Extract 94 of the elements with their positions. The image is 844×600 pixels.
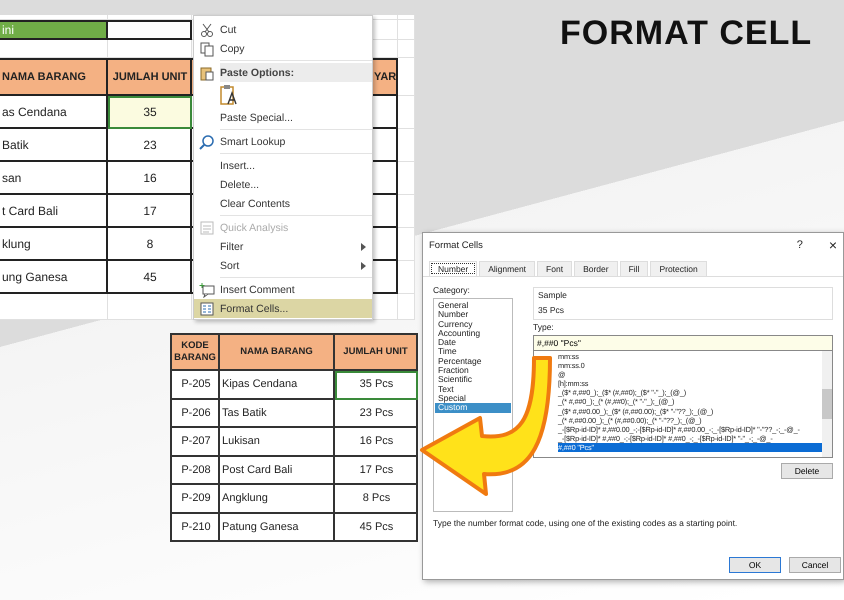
table-cell: P-209 xyxy=(172,485,220,514)
menu-item[interactable]: Format Cells... xyxy=(194,299,372,318)
column-header: YAR xyxy=(372,58,398,96)
table-cell: Kipas Cendana xyxy=(220,371,335,400)
table-cell xyxy=(398,261,415,294)
menu-item[interactable]: Paste Special... xyxy=(194,108,372,127)
menu-section-header: Paste Options: xyxy=(220,66,294,78)
scissors-icon xyxy=(199,22,215,38)
format-cells-icon xyxy=(199,300,215,316)
table-cell xyxy=(398,129,415,162)
column-header: JUMLAH UNIT xyxy=(108,58,192,96)
page-title: FORMAT CELL xyxy=(560,14,812,53)
window-title: Format Cells xyxy=(429,240,484,250)
list-item[interactable]: Scientific xyxy=(435,375,511,385)
table-cell: ung Ganesa xyxy=(0,261,108,294)
ok-button[interactable]: OK xyxy=(729,557,781,573)
group-label: Sample xyxy=(538,290,568,300)
list-item[interactable]: Fraction xyxy=(435,366,511,376)
table-cell: ini xyxy=(0,20,108,40)
list-item[interactable]: Date xyxy=(435,338,511,348)
sample-value: 35 Pcs xyxy=(538,305,565,315)
paste-option-icon[interactable] xyxy=(220,84,238,106)
table-cell: P-206 xyxy=(172,400,220,428)
list-item[interactable]: Accounting xyxy=(435,328,511,338)
tab[interactable]: Protection xyxy=(650,261,707,276)
list-item[interactable]: Text xyxy=(435,384,511,394)
scrollbar[interactable] xyxy=(822,351,832,457)
table-cell: 45 Pcs xyxy=(335,514,418,542)
table-cell: Lukisan xyxy=(220,428,335,456)
menu-item[interactable]: Filter xyxy=(194,237,372,256)
list-item[interactable]: Percentage xyxy=(435,356,511,366)
copy-icon xyxy=(199,40,215,56)
submenu-arrow-icon xyxy=(361,242,366,250)
tab[interactable]: Fill xyxy=(620,261,648,276)
table-cell xyxy=(398,20,415,40)
list-item[interactable]: Special xyxy=(435,394,511,404)
list-item[interactable]: Currency xyxy=(435,320,511,329)
hint-text: Type the number format code, using one of the existing codes as a starting point. xyxy=(432,517,738,528)
input-field[interactable]: #,##0 "Pcs" xyxy=(533,335,833,351)
magnifier-icon xyxy=(199,134,215,150)
table-cell: P-207 xyxy=(172,428,220,456)
list-item[interactable]: Custom xyxy=(435,403,511,413)
table-cell xyxy=(398,58,415,96)
quick-analysis-icon xyxy=(199,220,215,236)
table-cell: t Card Bali xyxy=(0,195,108,228)
table-cell: 35 Pcs xyxy=(335,371,418,400)
tab[interactable]: Number xyxy=(429,261,478,276)
table-cell xyxy=(398,195,415,228)
menu-item[interactable]: Sort xyxy=(194,256,372,275)
tab[interactable]: Border xyxy=(574,261,618,276)
table-cell: klung xyxy=(0,228,108,261)
table-cell xyxy=(398,96,415,129)
table-cell xyxy=(398,294,415,320)
column-header: NAMA BARANG xyxy=(0,58,108,96)
table-cell: san xyxy=(0,162,108,195)
column-header: NAMA BARANG xyxy=(220,335,335,371)
field-label: Type: xyxy=(533,322,555,332)
table-cell: P-205 xyxy=(172,371,220,400)
list-item[interactable]: Number xyxy=(435,310,511,320)
column-header: KODE BARANG xyxy=(172,335,220,371)
table-cell: P-208 xyxy=(172,456,220,485)
table-cell xyxy=(398,40,415,58)
table-cell: Angklung xyxy=(220,485,335,514)
table-cell: P-210 xyxy=(172,514,220,542)
tab[interactable]: Alignment xyxy=(479,261,536,276)
table-cell: Patung Ganesa xyxy=(220,514,335,542)
table-cell: 17 Pcs xyxy=(335,456,418,485)
table-cell: 23 Pcs xyxy=(335,400,418,428)
menu-item[interactable]: Copy xyxy=(194,39,372,58)
table-cell: Tas Batik xyxy=(220,400,335,428)
submenu-arrow-icon xyxy=(361,262,366,270)
table-cell: Batik xyxy=(0,129,108,162)
table-cell: 35 xyxy=(108,96,192,129)
menu-item[interactable]: Clear Contents xyxy=(194,194,372,213)
cancel-button[interactable]: Cancel xyxy=(789,557,841,573)
menu-item[interactable]: Cut xyxy=(194,20,372,39)
table-cell: 8 Pcs xyxy=(335,485,418,514)
close-button[interactable]: × xyxy=(828,237,837,253)
table-cell: Post Card Bali xyxy=(220,456,335,485)
table-cell xyxy=(398,228,415,261)
column-header: JUMLAH UNIT xyxy=(335,335,418,371)
delete-button[interactable]: Delete xyxy=(781,463,833,479)
table-cell: 16 Pcs xyxy=(335,428,418,456)
menu-item[interactable]: Smart Lookup xyxy=(194,132,372,151)
list-item[interactable]: General xyxy=(435,301,511,310)
comment-icon xyxy=(199,282,215,298)
menu-item[interactable]: Delete... xyxy=(194,175,372,194)
field-label: Category: xyxy=(433,285,471,295)
menu-item[interactable]: Insert... xyxy=(194,156,372,175)
help-button[interactable]: ? xyxy=(796,239,803,251)
list-item[interactable]: Time xyxy=(435,347,511,357)
tab[interactable]: Font xyxy=(537,261,572,276)
menu-item[interactable]: Insert Comment xyxy=(194,280,372,299)
table-cell xyxy=(398,162,415,195)
